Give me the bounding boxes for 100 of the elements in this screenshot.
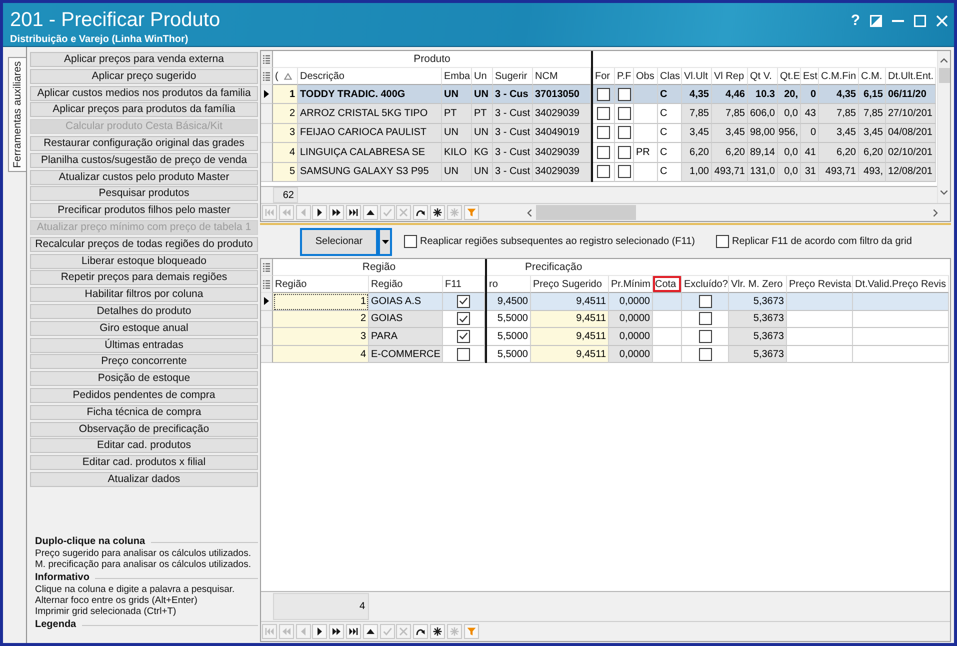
action-button[interactable]: Aplicar preços para venda externa [30, 52, 258, 67]
navigator-button[interactable] [362, 624, 378, 639]
vertical-scrollbar[interactable] [937, 51, 950, 203]
action-button[interactable]: Aplicar custos medios nos produtos da familia [30, 86, 258, 101]
action-button[interactable]: Pedidos pendentes de compra [30, 388, 258, 403]
navigator-button[interactable] [413, 624, 428, 639]
action-button[interactable]: Giro estoque anual [30, 320, 258, 336]
column-header[interactable]: Excluído? [682, 276, 729, 293]
checkbox[interactable] [597, 107, 610, 120]
help-button[interactable]: ? [850, 13, 860, 28]
checkbox[interactable] [698, 312, 712, 326]
action-button[interactable]: Editar cad. produtos x filial [30, 455, 258, 470]
maximize-icon[interactable] [914, 14, 926, 26]
action-button[interactable]: Posição de estoque [30, 371, 258, 386]
column-header[interactable]: Qt V. [748, 68, 778, 85]
navigator-button[interactable] [329, 624, 344, 639]
contrast-icon[interactable] [870, 14, 882, 26]
action-button[interactable]: Editar cad. produtos [30, 438, 258, 454]
column-header[interactable]: Preço Sugerido [531, 276, 609, 293]
navigator-button[interactable] [362, 205, 378, 220]
checkbox[interactable] [597, 165, 610, 178]
chevron-down-icon[interactable] [940, 190, 948, 195]
navigator-button[interactable] [312, 624, 328, 639]
navigator-button[interactable] [430, 205, 445, 220]
checkbox[interactable] [404, 235, 417, 248]
close-icon[interactable] [936, 14, 948, 26]
action-button[interactable]: Aplicar preço sugerido [30, 68, 258, 84]
action-button[interactable]: Repetir preços para demais regiões [30, 270, 258, 286]
column-header[interactable]: Preço Revista [787, 276, 853, 293]
navigator-button[interactable] [346, 624, 361, 639]
column-header[interactable]: Clas [658, 68, 682, 85]
column-header[interactable]: Vl.Ult [682, 68, 712, 85]
chevron-right-icon[interactable] [933, 208, 938, 216]
checkbox[interactable] [618, 146, 630, 159]
action-button[interactable]: Ficha técnica de compra [30, 404, 258, 420]
column-header[interactable]: P.F [615, 68, 634, 85]
column-header[interactable]: C.M.Fin [819, 68, 859, 85]
action-button[interactable]: Aplicar preços para produtos da família [30, 102, 258, 118]
checkbox[interactable] [597, 88, 610, 101]
column-header[interactable]: Emba [442, 68, 472, 85]
checkbox[interactable] [698, 294, 712, 308]
column-header[interactable]: Pr.Mínim [609, 276, 653, 293]
action-button[interactable]: Restaurar configuração original das grades [30, 136, 258, 151]
column-header[interactable]: ro [487, 276, 531, 293]
select-button[interactable]: Selecionar [300, 228, 378, 256]
scrollbar-thumb[interactable] [536, 205, 636, 220]
checkbox[interactable] [698, 348, 712, 361]
action-button[interactable]: Habilitar filtros por coluna [30, 287, 258, 302]
column-header[interactable]: Sugerir [493, 68, 533, 85]
action-button[interactable]: Planilha custos/sugestão de preço de venda [30, 152, 258, 168]
chevron-up-icon[interactable] [940, 58, 948, 63]
column-header[interactable]: Dt.Ult.Ent. [886, 68, 936, 85]
list-icon[interactable] [263, 72, 270, 80]
column-header[interactable]: ( [275, 70, 278, 82]
checkbox[interactable] [618, 165, 630, 178]
navigator-button[interactable] [430, 624, 445, 639]
list-icon[interactable] [263, 262, 270, 272]
action-button[interactable]: Precificar produtos filhos pelo master [30, 203, 258, 218]
checkbox[interactable] [457, 330, 470, 343]
action-button[interactable]: Últimas entradas [30, 338, 258, 353]
navigator-button[interactable] [413, 205, 428, 220]
column-header[interactable]: Cota [653, 276, 682, 293]
scrollbar-thumb[interactable] [938, 68, 950, 83]
checkbox[interactable] [618, 88, 630, 101]
checkbox[interactable] [457, 312, 470, 326]
action-button[interactable]: Recalcular preços de todas regiões do produto [30, 236, 258, 252]
checkbox[interactable] [618, 126, 630, 140]
action-button[interactable]: Atualizar custos pelo produto Master [30, 170, 258, 185]
column-header[interactable]: C.M. [859, 68, 886, 85]
chevron-left-icon[interactable] [526, 208, 532, 216]
action-button[interactable]: Detalhes do produto [30, 304, 258, 319]
column-header[interactable]: Est [801, 68, 819, 85]
checkbox[interactable] [618, 107, 630, 120]
column-header[interactable]: Qt.E [778, 68, 801, 85]
column-header[interactable]: Obs [634, 68, 658, 85]
column-header[interactable]: For [593, 68, 615, 85]
action-button[interactable]: Liberar estoque bloqueado [30, 254, 258, 269]
checkbox[interactable] [457, 348, 470, 361]
side-tab[interactable]: Ferramentas auxiliares [8, 57, 26, 172]
column-header[interactable]: F11 [443, 276, 485, 293]
checkbox[interactable] [698, 330, 712, 343]
navigator-button[interactable] [329, 205, 344, 220]
list-icon[interactable] [263, 54, 270, 64]
dropdown-button[interactable] [378, 228, 392, 256]
column-header[interactable]: Vlr. M. Zero [729, 276, 787, 293]
checkbox[interactable] [457, 294, 470, 308]
column-header[interactable]: Dt.Valid.Preço Revis [853, 276, 949, 293]
action-button[interactable]: Atualizar dados [30, 472, 258, 487]
navigator-button[interactable] [346, 205, 361, 220]
column-header[interactable]: Vl Rep [712, 68, 748, 85]
column-header[interactable]: NCM [533, 68, 591, 85]
checkbox[interactable] [597, 126, 610, 140]
checkbox[interactable] [597, 146, 610, 159]
action-button[interactable]: Pesquisar produtos [30, 186, 258, 202]
column-header[interactable]: Un [472, 68, 493, 85]
action-button[interactable]: Observação de precificação [30, 422, 258, 437]
navigator-button[interactable] [312, 205, 328, 220]
list-icon[interactable] [263, 280, 270, 288]
column-header[interactable]: Descrição [298, 68, 442, 85]
column-header[interactable]: Região [369, 276, 443, 293]
